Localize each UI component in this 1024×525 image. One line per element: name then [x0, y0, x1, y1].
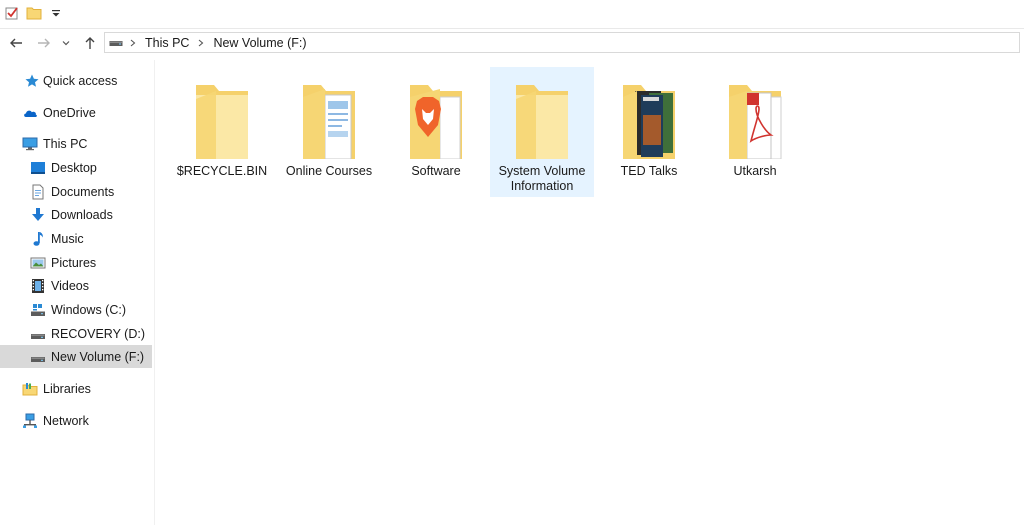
file-name: Software [411, 164, 461, 178]
sidebar-item-this-pc[interactable]: This PC [0, 132, 152, 155]
recent-locations-button[interactable] [59, 33, 73, 53]
sidebar-item-quick-access[interactable]: Quick access [0, 69, 152, 92]
navigation-pane: Quick access OneDrive This PC Desktop Do… [0, 60, 155, 525]
back-button[interactable] [6, 33, 26, 53]
sidebar-item-recovery-d[interactable]: RECOVERY (D:) [0, 322, 152, 345]
sidebar-item-new-volume-f[interactable]: New Volume (F:) [0, 345, 152, 368]
sidebar-item-onedrive[interactable]: OneDrive [0, 101, 152, 124]
drive-icon [31, 333, 45, 339]
download-icon [32, 207, 44, 221]
network-icon [23, 413, 37, 428]
drive-icon [109, 38, 123, 48]
breadcrumb-new-volume[interactable]: New Volume (F:) [213, 36, 306, 50]
desktop-icon [31, 161, 45, 174]
file-item-software[interactable]: Software [384, 67, 488, 197]
forward-button[interactable] [34, 33, 54, 53]
arrow-right-icon [38, 38, 50, 48]
file-name: System Volume Information [498, 164, 586, 193]
breadcrumb-separator[interactable] [130, 39, 136, 47]
folder-icon [196, 85, 248, 159]
sidebar-item-videos[interactable]: Videos [0, 274, 152, 297]
sidebar-item-music[interactable]: Music [0, 227, 152, 250]
file-item-utkarsh[interactable]: Utkarsh [703, 67, 807, 197]
folder-pdf-icon [729, 85, 782, 159]
picture-icon [30, 257, 46, 268]
sidebar-item-downloads[interactable]: Downloads [0, 203, 152, 226]
sidebar-item-network[interactable]: Network [0, 409, 152, 432]
document-icon [32, 184, 44, 199]
file-name: Online Courses [285, 164, 373, 178]
computer-icon [22, 137, 38, 150]
sidebar-item-pictures[interactable]: Pictures [0, 251, 152, 274]
star-icon [25, 74, 39, 87]
customize-dropdown-icon[interactable] [48, 5, 64, 21]
chevron-down-icon [62, 41, 70, 46]
properties-checkbox-icon[interactable] [4, 5, 20, 21]
file-item-online-courses[interactable]: Online Courses [277, 67, 381, 197]
arrow-up-icon [85, 37, 95, 49]
arrow-left-icon [10, 38, 22, 48]
sidebar-item-libraries[interactable]: Libraries [0, 377, 152, 400]
address-bar[interactable]: This PC New Volume (F:) [104, 32, 1020, 53]
new-folder-icon[interactable] [26, 5, 42, 21]
file-name: Utkarsh [733, 164, 777, 178]
folder-icon [516, 85, 568, 159]
folder-documents-icon [303, 85, 355, 159]
sidebar-item-documents[interactable]: Documents [0, 180, 152, 203]
breadcrumb-separator[interactable] [198, 39, 204, 47]
breadcrumb-this-pc[interactable]: This PC [145, 36, 189, 50]
file-view: $RECYCLE.BIN Online Courses Software Sys… [156, 60, 1024, 525]
sidebar-item-desktop[interactable]: Desktop [0, 156, 152, 179]
file-item-system-volume-information[interactable]: System Volume Information [490, 67, 594, 197]
video-icon [32, 278, 44, 293]
file-name: TED Talks [620, 164, 678, 178]
cloud-icon [24, 110, 37, 117]
libraries-icon [22, 382, 38, 395]
music-icon [33, 231, 43, 246]
file-item-recycle-bin[interactable]: $RECYCLE.BIN [170, 67, 274, 197]
drive-icon [31, 356, 45, 362]
file-name: $RECYCLE.BIN [176, 164, 268, 178]
file-item-ted-talks[interactable]: TED Talks [597, 67, 701, 197]
sidebar-item-windows-c[interactable]: Windows (C:) [0, 298, 152, 321]
folder-images-icon [623, 85, 675, 159]
address-row: This PC New Volume (F:) [0, 29, 1024, 57]
quick-access-toolbar [0, 0, 1024, 29]
folder-brave-icon [410, 85, 462, 159]
up-button[interactable] [80, 33, 100, 53]
windows-drive-icon [31, 303, 45, 316]
